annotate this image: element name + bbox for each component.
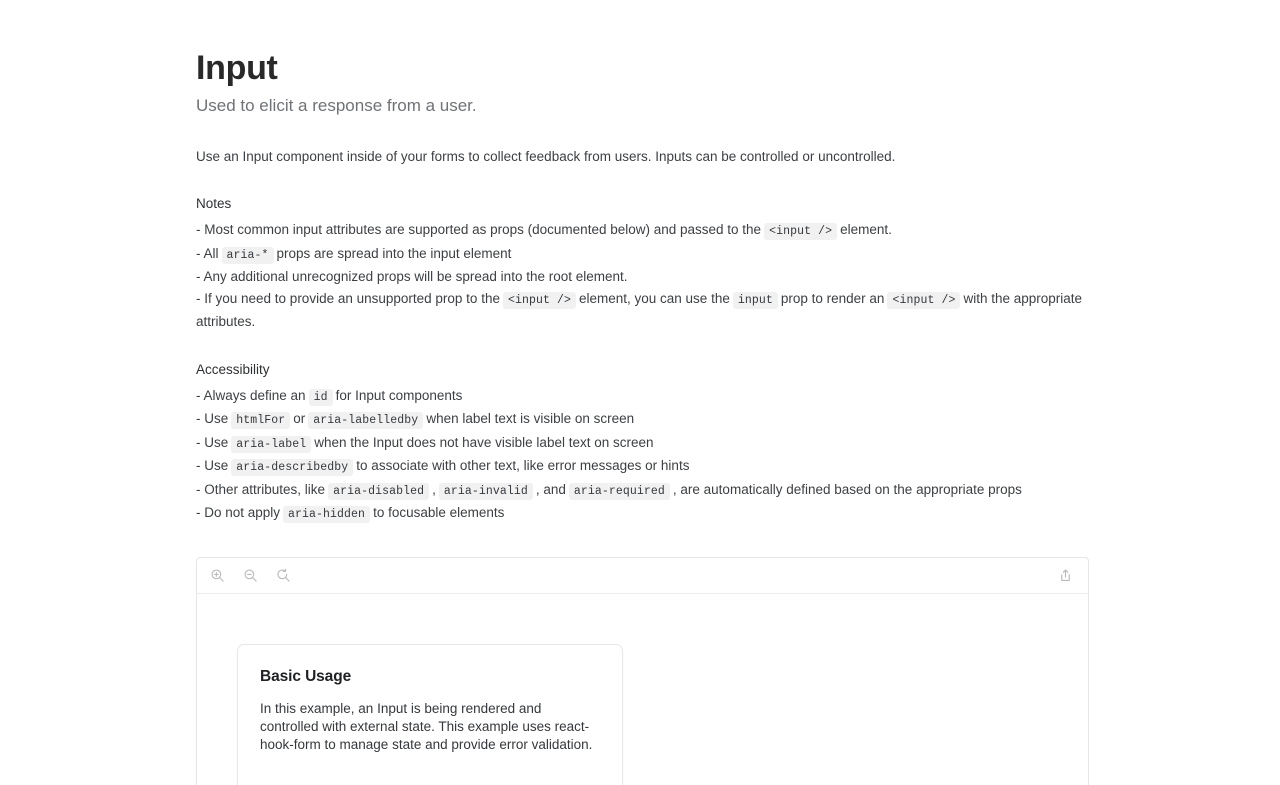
component-preview-panel: Basic Usage In this example, an Input is… (196, 556, 1089, 785)
a11y-6-text-b: to focusable elements (373, 505, 505, 520)
code-aria-invalid: aria-invalid (438, 482, 533, 500)
code-input-tag-3: <input /> (887, 291, 961, 309)
notes-item-1-text-b: element. (840, 222, 892, 237)
zoom-reset-button[interactable] (272, 564, 294, 586)
zoom-in-button[interactable] (206, 564, 228, 586)
preview-toolbar (197, 558, 1088, 594)
a11y-4-text-b: to associate with other text, like error… (356, 458, 690, 473)
zoom-in-icon (210, 568, 225, 583)
page-subtitle: Used to elicit a response from a user. (196, 96, 477, 115)
accessibility-heading: Accessibility (196, 361, 270, 377)
page-title: Input (196, 49, 278, 87)
demo-card-description: In this example, an Input is being rende… (260, 700, 593, 752)
notes-item-1: - Most common input attributes are suppo… (196, 219, 1089, 243)
intro-paragraph: Use an Input component inside of your fo… (196, 149, 896, 164)
zoom-out-button[interactable] (239, 564, 261, 586)
code-htmlfor: htmlFor (231, 412, 291, 429)
code-input-prop: input (732, 291, 778, 309)
a11y-1-text-a: - Always define an (196, 387, 306, 403)
preview-stage: Basic Usage In this example, an Input is… (197, 593, 1088, 785)
code-aria-labelledby: aria-labelledby (308, 412, 424, 429)
notes-item-4-text-c: prop to render an (780, 290, 885, 306)
documentation-page: Input Used to elicit a response from a u… (0, 0, 1280, 785)
notes-item-4-text-a: - If you need to provide an unsupported … (196, 290, 500, 306)
notes-item-1-text-a: - Most common input attributes are suppo… (196, 222, 762, 237)
accessibility-item-4: - Use aria-describedby to associate with o… (196, 455, 1089, 479)
a11y-5-text-a: - Other attributes, like (196, 481, 326, 497)
code-input-tag: <input /> (764, 223, 838, 240)
a11y-3-text-b: when the Input does not have visible lab… (314, 434, 654, 450)
content-column: Input Used to elicit a response from a u… (196, 0, 1089, 785)
a11y-4-text-a: - Use (196, 458, 229, 473)
notes-item-2-text-b: props are spread into the input element (276, 245, 512, 261)
code-aria-label: aria-label (231, 435, 312, 453)
a11y-2-text-a: - Use (196, 411, 229, 426)
a11y-6-text-a: - Do not apply (196, 505, 281, 520)
notes-section: Notes - Most common input attributes are… (196, 167, 1089, 333)
code-aria-required: aria-required (568, 482, 670, 500)
notes-heading: Notes (196, 196, 232, 211)
preview-toolbar-left (206, 564, 294, 586)
preview-toolbar-right (1054, 564, 1076, 586)
notes-item-4: - If you need to provide an unsupported … (196, 288, 1089, 333)
accessibility-item-3: - Use aria-label when the Input does not h… (196, 432, 1089, 456)
notes-item-4-text-b: element, you can use the (578, 290, 730, 306)
demo-card-title: Basic Usage (260, 667, 352, 685)
accessibility-item-5: - Other attributes, like aria-disabled, ar… (196, 479, 1089, 503)
code-aria-hidden: aria-hidden (283, 506, 371, 523)
zoom-out-icon (243, 568, 258, 583)
accessibility-item-1: - Always define an id for Input components (196, 385, 1089, 409)
a11y-5-text-b: , are automatically defined based on the… (672, 481, 1022, 497)
demo-card: Basic Usage In this example, an Input is… (237, 643, 623, 785)
notes-item-3: - Any additional unrecognized props will… (196, 269, 628, 284)
a11y-1-text-b: for Input components (335, 387, 463, 403)
accessibility-item-6: - Do not apply aria-hidden to focusable el… (196, 502, 1089, 526)
code-aria-disabled: aria-disabled (328, 482, 430, 500)
name-field-group: Name (260, 754, 600, 785)
share-button[interactable] (1054, 564, 1076, 586)
code-aria-star: aria-* (221, 246, 274, 264)
a11y-2-text-b: or (293, 411, 306, 426)
a11y-5-sep-1: , (432, 481, 436, 497)
code-aria-describedby: aria-describedby (231, 459, 354, 476)
notes-item-2-text-a: - All (196, 245, 219, 261)
accessibility-item-2: - Use htmlFor or aria-labelledby when label … (196, 408, 1089, 432)
accessibility-section: Accessibility - Always define an id for In… (196, 333, 1089, 526)
code-id: id (308, 388, 333, 406)
code-input-tag-2: <input /> (502, 291, 576, 309)
a11y-2-text-c: when label text is visible on screen (426, 411, 635, 426)
share-icon (1058, 568, 1073, 583)
a11y-3-text-a: - Use (196, 434, 229, 450)
a11y-5-sep-2: , and (535, 481, 566, 497)
notes-item-2: - All aria-* props are spread into the inp… (196, 243, 1089, 267)
zoom-reset-icon (276, 568, 291, 583)
